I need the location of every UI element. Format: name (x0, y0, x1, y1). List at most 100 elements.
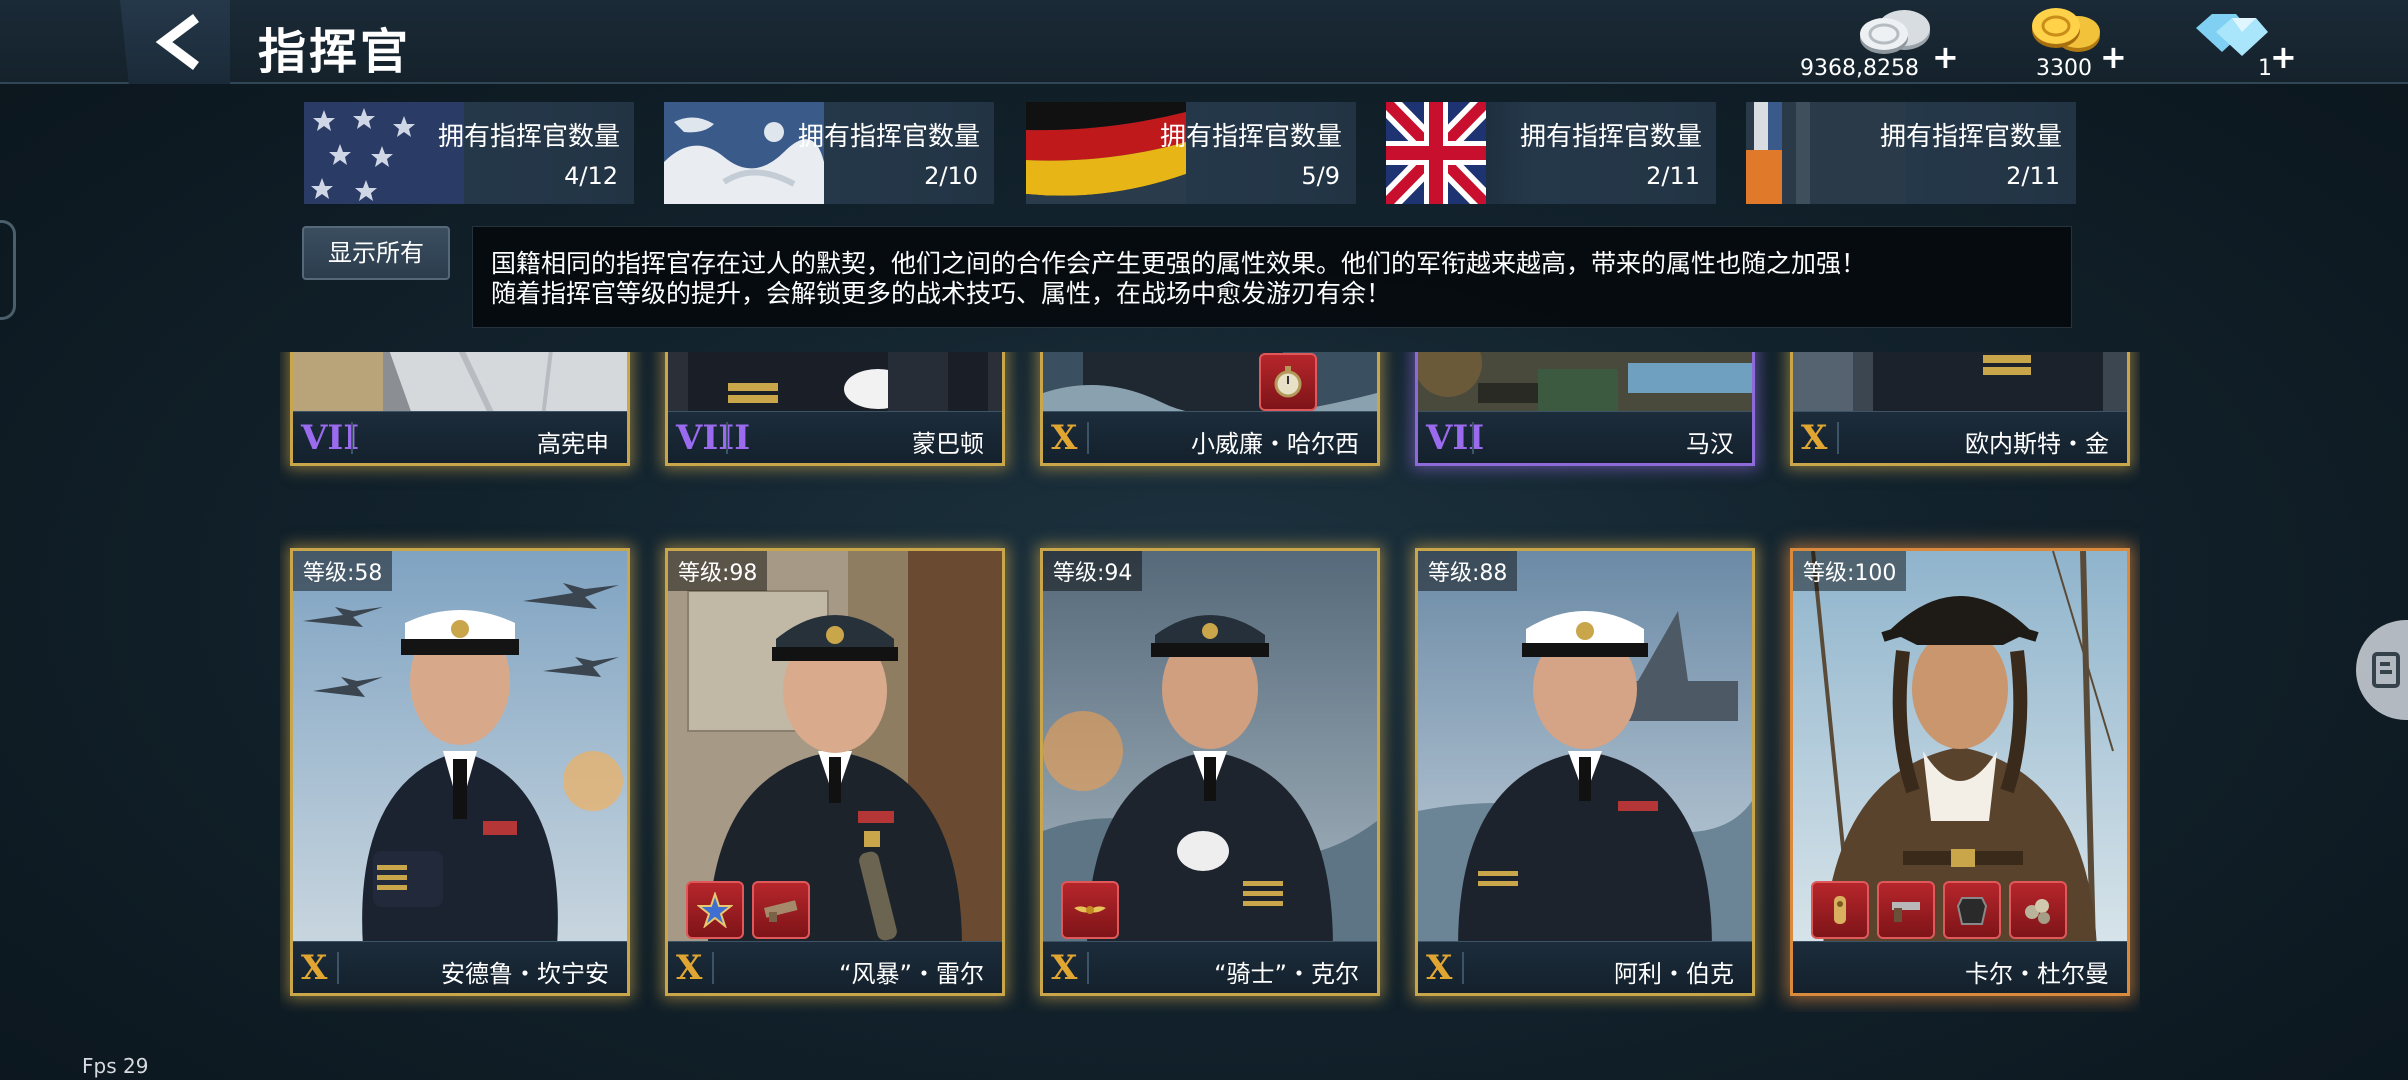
commander-portrait: 等级:88 (1418, 551, 1752, 947)
commander-card[interactable]: 等级:88 X 阿利・伯克 (1415, 548, 1755, 996)
nation-tab-uk[interactable]: 拥有指挥官数量 2/11 (1386, 102, 1716, 204)
nation-tab-usa[interactable]: 拥有指挥官数量 4/12 (304, 102, 634, 204)
commander-portrait (1793, 352, 2127, 417)
gold-coin-icon (2032, 8, 2100, 52)
commander-card[interactable]: VIII 蒙巴顿 (665, 352, 1005, 466)
commander-portrait (293, 352, 627, 417)
nation-tab-germany[interactable]: 拥有指挥官数量 5/9 (1026, 102, 1356, 204)
nation-tab-japan[interactable]: 拥有指挥官数量 2/10 (664, 102, 994, 204)
divider (351, 422, 353, 454)
page-title: 指挥官 (258, 24, 412, 80)
add-gold-icon[interactable]: + (2100, 38, 2127, 76)
nation-count: 5/9 (1301, 162, 1340, 190)
commander-name: 高宪申 (537, 430, 609, 458)
commander-name: 小威廉・哈尔西 (1191, 430, 1359, 458)
commander-portrait (1043, 352, 1377, 417)
pocket-watch-icon[interactable] (1259, 353, 1317, 411)
divider (726, 422, 728, 454)
chevron-left-icon (155, 14, 199, 70)
side-panel-handle[interactable] (2356, 620, 2408, 720)
commander-grid: VII 高宪申 VIII 蒙巴顿 X 小威廉・哈尔西 VII 马汉 X 欧内斯特… (280, 352, 2140, 1012)
panel-toggle-icon (2372, 652, 2400, 688)
diamond-icon (2196, 14, 2268, 56)
side-drawer-tab[interactable] (0, 220, 16, 320)
card-info-bar: X 小威廉・哈尔西 (1043, 411, 1377, 463)
silver-amount: 9368,8258 (1800, 56, 1919, 81)
nation-count: 2/10 (924, 162, 978, 190)
rank-badge: X (301, 948, 328, 988)
add-diamond-icon[interactable]: + (2270, 38, 2297, 76)
rank-badge: X (1801, 418, 1828, 458)
commander-card[interactable]: VII 马汉 (1415, 352, 1755, 466)
nation-tab-other[interactable]: 拥有指挥官数量 2/11 (1746, 102, 2076, 204)
commander-card[interactable]: X 欧内斯特・金 (1790, 352, 2130, 466)
diamond-currency[interactable]: 1 + (2184, 4, 2297, 82)
commander-card[interactable]: 等级:94 X “骑士”・克尔 (1040, 548, 1380, 996)
commander-name: 欧内斯特・金 (1965, 430, 2109, 458)
commander-name: 阿利・伯克 (1614, 960, 1734, 988)
rank-badge: X (1051, 948, 1078, 988)
nation-label: 拥有指挥官数量 (1879, 122, 2062, 152)
rank-badge: VII (1426, 418, 1485, 458)
divider (712, 952, 714, 984)
card-info-bar: VII 高宪申 (293, 411, 627, 463)
divider (1462, 952, 1464, 984)
nation-label: 拥有指挥官数量 (797, 122, 980, 152)
commander-card[interactable]: 等级:58 X 安德鲁・坎宁安 (290, 548, 630, 996)
info-line-1: 国籍相同的指挥官存在过人的默契，他们之间的合作会产生更强的属性效果。他们的军衔越… (491, 249, 1867, 278)
show-all-button[interactable]: 显示所有 (302, 226, 450, 280)
idol-icon[interactable] (1811, 881, 1869, 939)
commander-level: 等级:98 (668, 551, 768, 591)
commander-portrait: 等级:100 (1793, 551, 2127, 947)
card-info-bar: X 卡尔・杜尔曼 (1793, 941, 2127, 993)
commander-card[interactable]: 等级:100 X 卡尔・杜尔曼 (1790, 548, 2130, 996)
info-line-2: 随着指挥官等级的提升，会解锁更多的战术技巧、属性，在战场中愈发游刃有余！ (491, 279, 1392, 308)
silver-coin-icon (1860, 10, 1930, 54)
nation-count: 4/12 (564, 162, 618, 190)
commander-name: 安德鲁・坎宁安 (441, 960, 609, 988)
card-info-bar: X 欧内斯特・金 (1793, 411, 2127, 463)
commander-name: 马汉 (1686, 430, 1734, 458)
rank-badge: VIII (676, 418, 751, 458)
commander-name: 卡尔・杜尔曼 (1965, 960, 2109, 988)
commander-portrait (1418, 352, 1752, 417)
commander-name: 蒙巴顿 (912, 430, 984, 458)
commander-portrait: 等级:94 (1043, 551, 1377, 947)
nation-label: 拥有指挥官数量 (1159, 122, 1342, 152)
back-button[interactable] (120, 0, 230, 84)
info-box: 国籍相同的指挥官存在过人的默契，他们之间的合作会产生更强的属性效果。他们的军衔越… (472, 226, 2072, 328)
commander-name: “骑士”・克尔 (1214, 960, 1359, 988)
pistol-icon[interactable] (1877, 881, 1935, 939)
armor-icon[interactable] (1943, 881, 2001, 939)
divider (1087, 952, 1089, 984)
commander-card[interactable]: X 小威廉・哈尔西 (1040, 352, 1380, 466)
commander-portrait: 等级:98 (668, 551, 1002, 947)
commander-card[interactable]: VII 高宪申 (290, 352, 630, 466)
card-info-bar: X 阿利・伯克 (1418, 941, 1752, 993)
divider (1472, 422, 1474, 454)
gold-amount: 3300 (2036, 56, 2092, 81)
add-silver-icon[interactable]: + (1932, 38, 1959, 76)
card-info-bar: VIII 蒙巴顿 (668, 411, 1002, 463)
card-info-bar: X 安德鲁・坎宁安 (293, 941, 627, 993)
card-info-bar: VII 马汉 (1418, 411, 1752, 463)
card-info-bar: X “风暴”・雷尔 (668, 941, 1002, 993)
nation-label: 拥有指挥官数量 (437, 122, 620, 152)
treasure-icon[interactable] (2009, 881, 2067, 939)
rank-badge: X (676, 948, 703, 988)
medal-icon[interactable] (686, 881, 744, 939)
card-info-bar: X “骑士”・克尔 (1043, 941, 1377, 993)
rank-badge: X (1051, 418, 1078, 458)
wings-badge-icon[interactable] (1061, 881, 1119, 939)
nation-count: 2/11 (1646, 162, 1700, 190)
commander-card[interactable]: 等级:98 X “风暴”・雷尔 (665, 548, 1005, 996)
nation-label: 拥有指挥官数量 (1519, 122, 1702, 152)
nation-count: 2/11 (2006, 162, 2060, 190)
gold-currency[interactable]: 3300 + (2018, 4, 2128, 82)
divider (337, 952, 339, 984)
commander-portrait: 等级:58 (293, 551, 627, 947)
rifle-icon[interactable] (752, 881, 810, 939)
silver-currency[interactable]: 9368,8258 + (1800, 4, 1960, 82)
commander-level: 等级:58 (293, 551, 393, 591)
top-bar: 指挥官 9368,8258 + 3300 + 1 + (0, 0, 2408, 84)
